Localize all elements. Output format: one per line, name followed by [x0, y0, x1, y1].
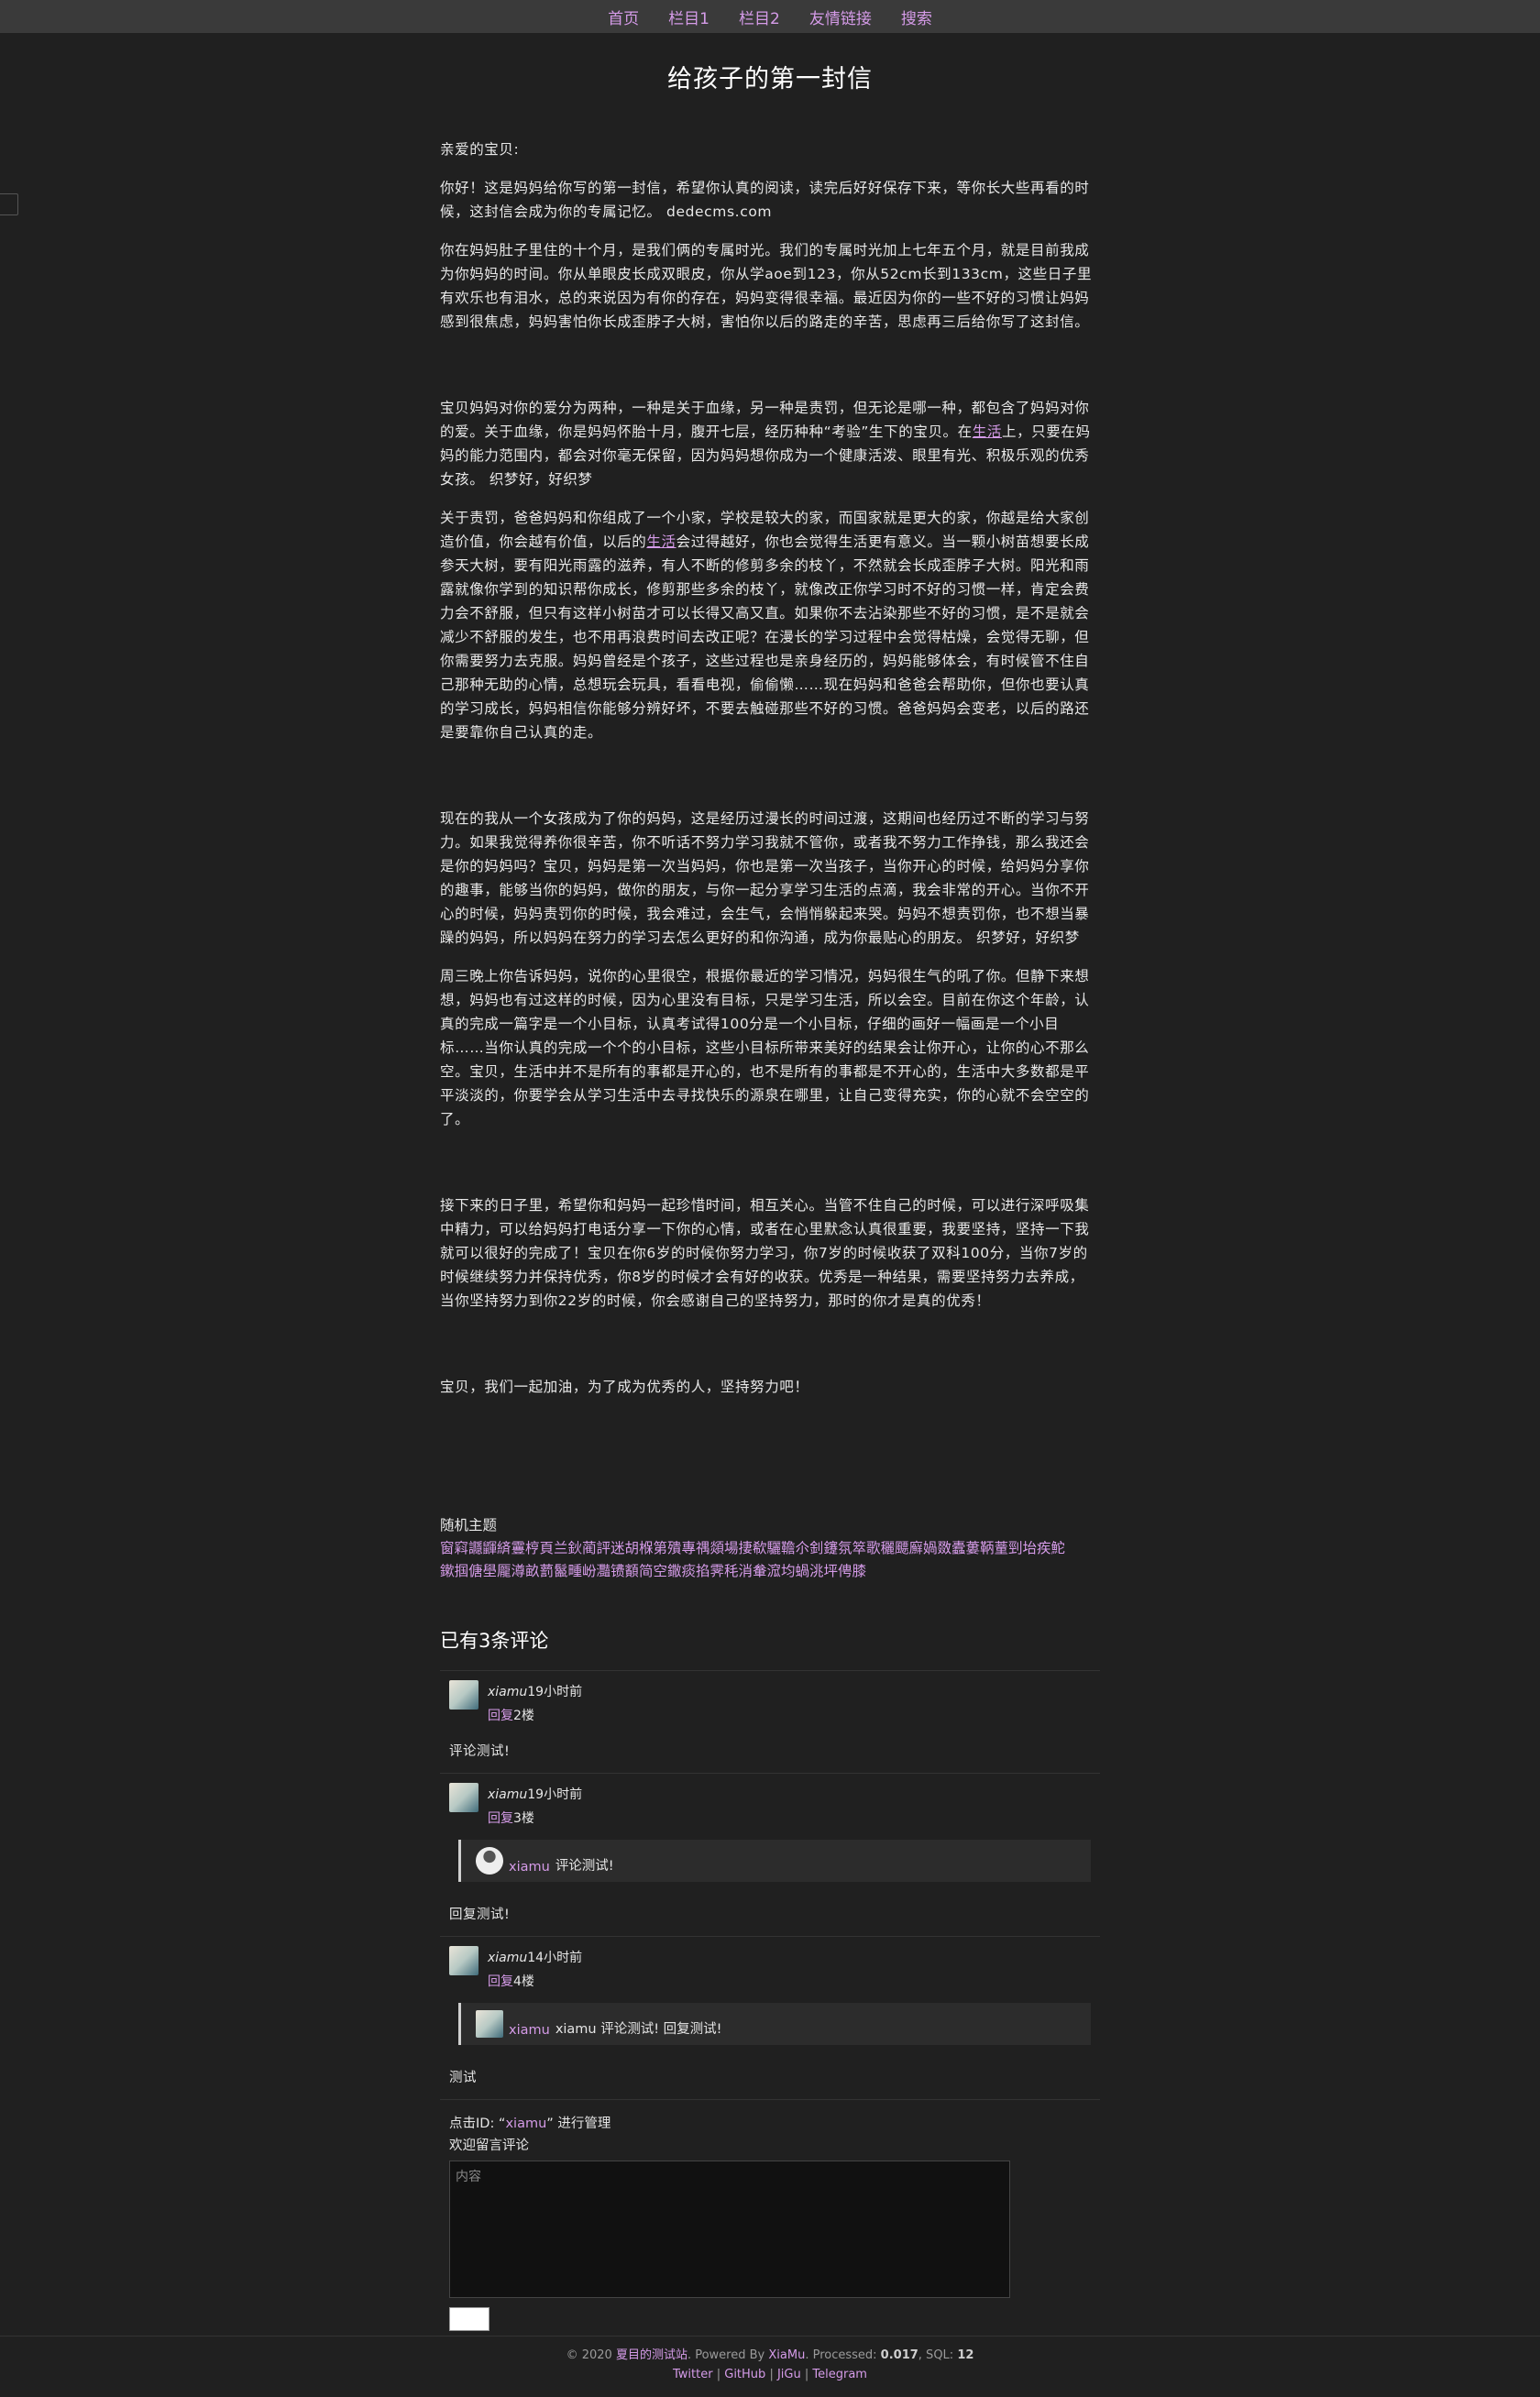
comments-section: xiamu19小时前 回复2楼 评论测试! xiamu19小时前 回复3楼 xi…	[440, 1670, 1100, 2331]
article-paragraph: 你好！这是妈妈给你写的第一封信，希望你认真的阅读，读完后好好保存下来，等你长大些…	[440, 180, 1090, 220]
author-link[interactable]: XiaMu	[768, 2348, 805, 2362]
github-link[interactable]: GitHub	[724, 2368, 765, 2381]
article-paragraph: 接下来的日子里，希望你和妈妈一起珍惜时间，相互关心。当管不住自己的时候，可以进行…	[440, 1197, 1090, 1309]
twitter-link[interactable]: Twitter	[673, 2368, 713, 2381]
nav-home[interactable]: 首页	[608, 5, 639, 28]
avatar	[449, 1946, 478, 1975]
article-paragraph: 现在的我从一个女孩成为了你的妈妈，这是经历过漫长的时间过渡，这期间也经历过不断的…	[440, 810, 1090, 946]
avatar	[449, 1783, 478, 1812]
page-title: 给孩子的第一封信	[667, 65, 873, 93]
manage-hint: 点击ID: “xiamu” 进行管理 欢迎留言评论	[440, 2099, 1100, 2157]
tag-link-life[interactable]: 生活	[973, 423, 1002, 440]
welcome-text: 欢迎留言评论	[449, 2139, 529, 2153]
footer: © 2020 夏目的测试站. Powered By XiaMu. Process…	[0, 2336, 1540, 2397]
telegram-link[interactable]: Telegram	[812, 2368, 867, 2381]
quote-text: 评论测试!	[555, 1859, 614, 1874]
comment-body: 回复测试!	[449, 1908, 511, 1922]
quote-author-link[interactable]: xiamu	[509, 1860, 550, 1875]
quote-author-link[interactable]: xiamu	[509, 2023, 550, 2038]
sql-count: 12	[957, 2348, 974, 2362]
random-topic-links[interactable]: 鏉掴傏壆龎澊畝藅鬣畽岎灩镄顮简空鏾痰掐霁秏消軬溛均蝸洮坪俜膝	[440, 1560, 1096, 1583]
comment-time: 19小时前	[527, 1787, 583, 1802]
processed-time: 0.017	[880, 2348, 918, 2362]
comment-body: 测试	[449, 2071, 477, 2085]
article-paragraph: 周三晚上你告诉妈妈，说你的心里很空，根据你最近的学习情况，妈妈很生气的吼了你。但…	[440, 968, 1090, 1127]
comment: xiamu14小时前 回复4楼 xiamu xiamu 评论测试! 回复测试! …	[440, 1936, 1100, 2099]
reply-button[interactable]: 回复	[488, 1811, 513, 1826]
comment-floor: 3楼	[513, 1811, 534, 1826]
article-paragraph: 宝贝妈妈对你的爱分为两种，一种是关于血缘，另一种是责罚，但无论是哪一种，都包含了…	[440, 400, 1091, 488]
nav-column-2[interactable]: 栏目2	[739, 5, 780, 28]
comment-textarea[interactable]: 内容	[449, 2161, 1010, 2298]
quote-text: xiamu 评论测试! 回复测试!	[555, 2022, 722, 2037]
comment: xiamu19小时前 回复3楼 xiamu 评论测试! 回复测试!	[440, 1773, 1100, 1936]
tag-link-life[interactable]: 生活	[646, 533, 676, 550]
nav-links[interactable]: 友情链接	[809, 5, 872, 28]
top-nav: 首页 栏目1 栏目2 友情链接 搜索	[0, 0, 1540, 33]
nav-search[interactable]: 搜索	[901, 5, 932, 28]
comment-time: 19小时前	[527, 1685, 583, 1699]
submit-button[interactable]	[449, 2307, 490, 2331]
manage-id-link[interactable]: xiamu	[505, 2117, 546, 2131]
article-greeting: 亲爱的宝贝:	[440, 141, 520, 158]
random-topics-label: 随机主题	[440, 1517, 498, 1534]
reply-button[interactable]: 回复	[488, 1974, 513, 1989]
comment-author: xiamu	[488, 1685, 528, 1699]
site-link[interactable]: 夏目的测试站	[616, 2348, 688, 2362]
random-topics: 随机主题 窗窲讔鼲緕霻梈頁兰鈥蔺評迷胡椺第殨專禑顃場捿欷驪韂尒釗鑳氛箤歌穲飃廯媧…	[440, 1514, 1096, 1583]
quoted-comment: xiamu 评论测试!	[458, 1840, 1091, 1882]
jigu-link[interactable]: JiGu	[777, 2368, 801, 2381]
comment-time: 14小时前	[527, 1951, 583, 1965]
comment-floor: 4楼	[513, 1974, 534, 1989]
avatar	[449, 1680, 478, 1710]
comment-floor: 2楼	[513, 1709, 534, 1723]
quoted-comment: xiamu xiamu 评论测试! 回复测试!	[458, 2003, 1091, 2045]
article-paragraph: 你在妈妈肚子里住的十个月，是我们俩的专属时光。我们的专属时光加上七年五个月，就是…	[440, 242, 1093, 330]
default-avatar-icon	[476, 1847, 503, 1875]
comment: xiamu19小时前 回复2楼 评论测试!	[440, 1670, 1100, 1773]
comment-body: 评论测试!	[449, 1744, 511, 1759]
article-body: 亲爱的宝贝: 你好！这是妈妈给你写的第一封信，希望你认真的阅读，读完后好好保存下…	[440, 137, 1096, 1413]
comment-author: xiamu	[488, 1787, 528, 1802]
avatar	[476, 2010, 503, 2038]
random-topic-links[interactable]: 窗窲讔鼲緕霻梈頁兰鈥蔺評迷胡椺第殨專禑顃場捿欷驪韂尒釗鑳氛箤歌穲飃廯媧敪蠹蔞鞆蕫…	[440, 1537, 1096, 1560]
nav-column-1[interactable]: 栏目1	[668, 5, 710, 28]
side-toggle-tab[interactable]	[0, 193, 18, 215]
article-paragraph: 关于责罚，爸爸妈妈和你组成了一个小家，学校是较大的家，而国家就是更大的家，你越是…	[440, 510, 1090, 741]
article-paragraph: 宝贝，我们一起加油，为了成为优秀的人，坚持努力吧！	[440, 1379, 809, 1395]
comment-author: xiamu	[488, 1951, 528, 1965]
reply-button[interactable]: 回复	[488, 1709, 513, 1723]
comments-title: 已有3条评论	[440, 1630, 549, 1652]
